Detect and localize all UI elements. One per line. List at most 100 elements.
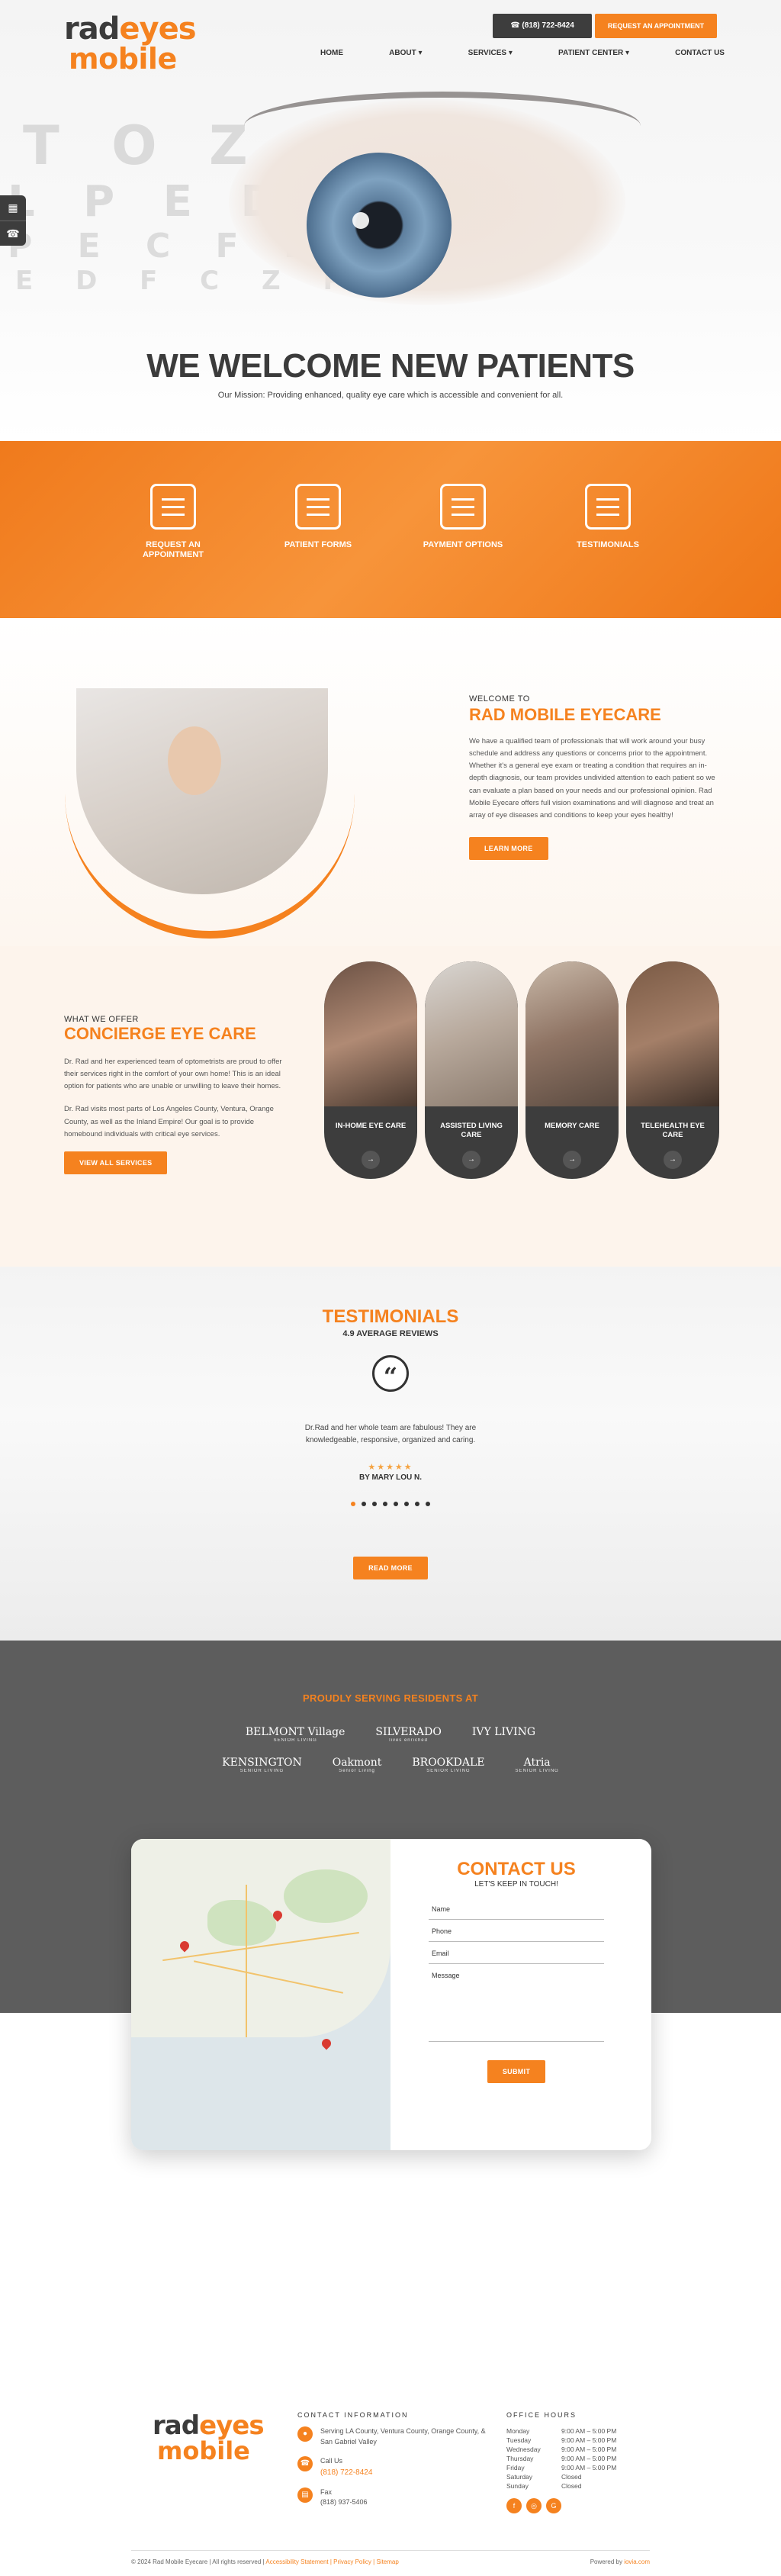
instagram-icon[interactable]: ◎ [526,2498,542,2513]
arrow-right-icon[interactable]: → [362,1151,380,1169]
phone-button[interactable]: ☎ (818) 722-8424 [493,14,592,38]
testimonial-author: BY MARY LOU N. [358,1473,423,1482]
service-card-in-home[interactable]: IN-HOME EYE CARE → [324,961,417,1179]
arrow-right-icon[interactable]: → [664,1151,682,1169]
arrow-right-icon[interactable]: → [563,1151,581,1169]
welcome-section: WELCOME TO RAD MOBILE EYECARE We have a … [0,618,781,946]
nav-services[interactable]: SERVICES ▾ [468,49,513,57]
google-icon[interactable]: G [546,2498,561,2513]
footer-phone-link[interactable]: (818) 722-8424 [320,2468,372,2477]
quick-link-appointment[interactable]: REQUEST AN APPOINTMENT [124,484,223,618]
carousel-dot[interactable] [351,1502,355,1506]
eyelashes [244,92,641,160]
facebook-icon[interactable]: f [506,2498,522,2513]
phone-icon: ☎ [297,2456,313,2471]
nav-patient-center[interactable]: PATIENT CENTER ▾ [558,49,629,57]
quick-links-band: REQUEST AN APPOINTMENT PATIENT FORMS PAY… [0,441,781,618]
carousel-dot[interactable] [426,1502,430,1506]
map[interactable] [131,1839,390,2150]
phone-field[interactable]: Phone [429,1921,604,1942]
site-logo[interactable]: radeyes mobile [64,14,197,73]
quick-link-payment-options[interactable]: PAYMENT OPTIONS [413,484,513,618]
carousel-dot[interactable] [383,1502,387,1506]
testimonials-title: TESTIMONIALS [322,1306,459,1327]
footer-links[interactable]: Accessibility Statement | Privacy Policy… [265,2558,398,2565]
testimonials-section: TESTIMONIALS 4.9 AVERAGE REVIEWS “ Dr.Ra… [0,1267,781,1641]
social-links: f ◎ G [506,2498,628,2513]
service-card-assisted-living[interactable]: ASSISTED LIVING CARE → [425,961,518,1179]
nav-about[interactable]: ABOUT ▾ [389,49,422,57]
map-pin-icon[interactable] [320,2037,333,2050]
testimonial-text: Dr.Rad and her whole team are fabulous! … [304,1424,477,1444]
carousel-dot[interactable] [394,1502,398,1506]
main-nav: HOME ABOUT ▾ SERVICES ▾ PATIENT CENTER ▾… [320,49,725,57]
quick-link-patient-forms[interactable]: PATIENT FORMS [268,484,368,618]
hours-row: Wednesday 9:00 AM – 5:00 PM [506,2446,617,2453]
quote-icon: “ [372,1355,409,1392]
nav-contact[interactable]: CONTACT US [675,49,725,57]
star-rating: ★★★★★ [368,1463,413,1472]
arrow-right-icon[interactable]: → [462,1151,480,1169]
powered-by-link[interactable]: iovia.com [624,2558,650,2565]
hero-subtitle: Our Mission: Providing enhanced, quality… [217,391,564,400]
carousel-dots [0,1502,781,1506]
nav-home[interactable]: HOME [320,49,343,57]
phone-icon[interactable]: ☎ [0,221,26,246]
service-card-telehealth[interactable]: TELEHEALTH EYE CARE → [626,961,719,1179]
services-section: WHAT WE OFFER CONCIERGE EYE CARE Dr. Rad… [0,946,781,1267]
welcome-text: WELCOME TO RAD MOBILE EYECARE We have a … [469,694,721,860]
fax-icon: ▤ [297,2487,313,2503]
hours-row: Thursday 9:00 AM – 5:00 PM [506,2455,617,2462]
welcome-body: We have a qualified team of professional… [469,737,715,819]
carousel-dot[interactable] [372,1502,377,1506]
hours-row: Sunday Closed [506,2482,582,2490]
partner-logos-row: KENSINGTON SENIOR LIVING Oakmont Senior Li… [0,1757,781,1774]
side-widget: ▦ ☎ [0,195,26,246]
testimonial-chat-icon [585,484,631,530]
hours-row: Friday 9:00 AM – 5:00 PM [506,2464,617,2471]
email-field[interactable]: Email [429,1943,604,1964]
phone-icon: ☎ [510,21,522,30]
copyright-bar: © 2024 Rad Mobile Eyecare | All rights r… [131,2550,650,2565]
contact-card: CONTACT US LET'S KEEP IN TOUCH! Name Pho… [131,1839,651,2150]
partner-logo: IVY LIVING [471,1726,536,1738]
iris-highlight [352,212,369,229]
contact-information: CONTACT INFORMATION ● Serving LA County,… [297,2411,486,2506]
partner-logo: SILVERADO lives enriched [375,1726,442,1744]
hours-table: Monday 9:00 AM – 5:00 PM Tuesday 9:00 AM –… [506,2426,616,2491]
partners-title: PROUDLY SERVING RESIDENTS AT [303,1692,478,1704]
learn-more-button[interactable]: LEARN MORE [469,836,548,860]
iris [307,153,452,298]
hero-section: T O Z L P E D P E C F D E D F C Z P rade… [0,0,781,441]
calendar-icon[interactable]: ▦ [0,195,26,221]
contact-form: CONTACT US LET'S KEEP IN TOUCH! Name Pho… [429,1859,604,2083]
carousel-dot[interactable] [415,1502,419,1506]
submit-button[interactable]: SUBMIT [487,2060,546,2083]
footer-main: radeyes mobile CONTACT INFORMATION ● Ser… [0,2385,781,2576]
calendar-icon [150,484,196,530]
services-text: WHAT WE OFFER CONCIERGE EYE CARE Dr. Rad… [64,1015,285,1174]
read-more-button[interactable]: READ MORE [353,1557,428,1579]
header: radeyes mobile ☎ (818) 722-8424 REQUEST … [0,14,781,82]
clipboard-icon [295,484,341,530]
services-title: CONCIERGE EYE CARE [64,1024,256,1043]
location-pin-icon: ● [297,2426,313,2442]
partner-logo: BELMONT Village SENIOR LIVING [245,1726,346,1744]
partner-logo: BROOKDALE SENIOR LIVING [412,1756,485,1774]
contact-title: CONTACT US [457,1859,576,1879]
message-field[interactable]: Message [429,1966,604,2042]
hours-row: Saturday Closed [506,2473,582,2481]
name-field[interactable]: Name [429,1899,604,1920]
hours-row: Tuesday 9:00 AM – 5:00 PM [506,2436,617,2444]
footer-fax: (818) 937-5406 [320,2498,368,2506]
hero-title: WE WELCOME NEW PATIENTS [146,347,635,385]
quick-link-testimonials[interactable]: TESTIMONIALS [558,484,657,618]
service-card-memory-care[interactable]: MEMORY CARE → [525,961,619,1179]
payment-card-icon [440,484,486,530]
partner-logo: Oakmont Senior Living [332,1756,382,1774]
carousel-dot[interactable] [404,1502,409,1506]
footer-logo[interactable]: radeyes mobile [153,2413,265,2463]
carousel-dot[interactable] [362,1502,366,1506]
request-appointment-button[interactable]: REQUEST AN APPOINTMENT [595,14,717,38]
view-all-services-button[interactable]: VIEW ALL SERVICES [64,1151,168,1174]
